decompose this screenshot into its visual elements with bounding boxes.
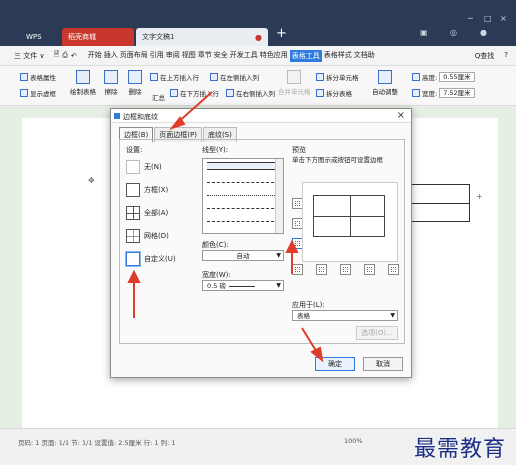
- arrow-head: [310, 346, 324, 363]
- annotation-arrows: [127, 91, 324, 363]
- arrow-head: [285, 239, 299, 253]
- arrow-head: [127, 269, 141, 283]
- arrow-head: [169, 116, 186, 131]
